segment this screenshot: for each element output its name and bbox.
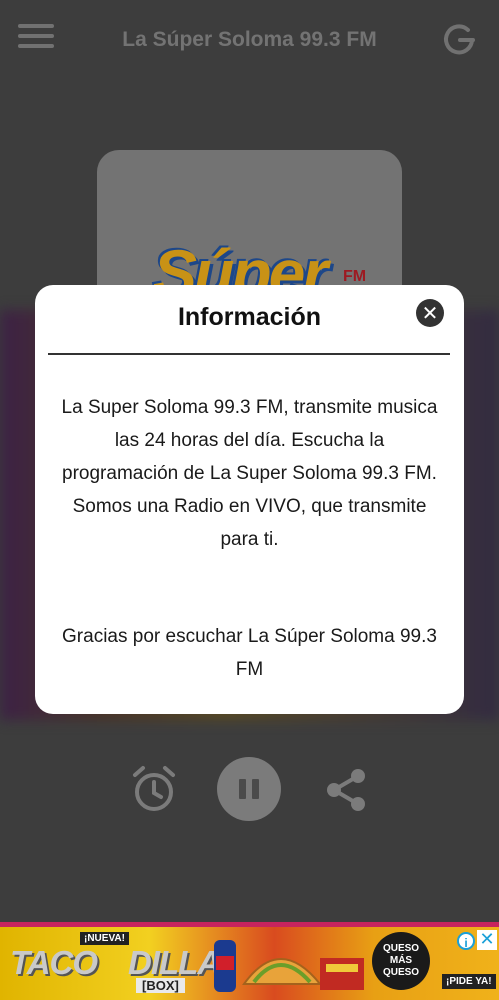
ad-cta[interactable]: ¡PIDE YA! [442,974,496,989]
alarm-clock-icon[interactable] [131,765,177,813]
pause-icon-bar-right [252,779,259,799]
dialog-divider [48,353,450,355]
info-dialog: Información ✕ La Super Soloma 99.3 FM, t… [35,285,464,714]
pause-icon-bar-left [239,779,246,799]
ad-top-border [0,922,499,927]
ad-close-icon[interactable]: ✕ [477,930,497,950]
dialog-thanks-text: Gracias por escuchar La Súper Soloma 99.… [62,626,437,680]
ad-food-image [214,940,364,992]
share-icon[interactable] [324,767,368,813]
dialog-description: La Super Soloma 99.3 FM, transmite music… [61,397,438,550]
ad-promo-badge: QUESO MÁS QUESO [372,932,430,990]
dialog-title: Información [177,303,322,331]
ad-banner[interactable]: ¡NUEVA! TACO DILLA [BOX] QUESO MÁS QUESO… [0,922,499,1000]
ad-brand-part2: DILLA [128,944,221,981]
ad-brand-part1: TACO [10,944,98,981]
close-dialog-button[interactable]: ✕ [416,299,444,327]
pause-button[interactable] [217,757,281,821]
ad-brand-box: [BOX] [136,978,185,993]
ad-info-icon[interactable]: i [457,932,475,950]
